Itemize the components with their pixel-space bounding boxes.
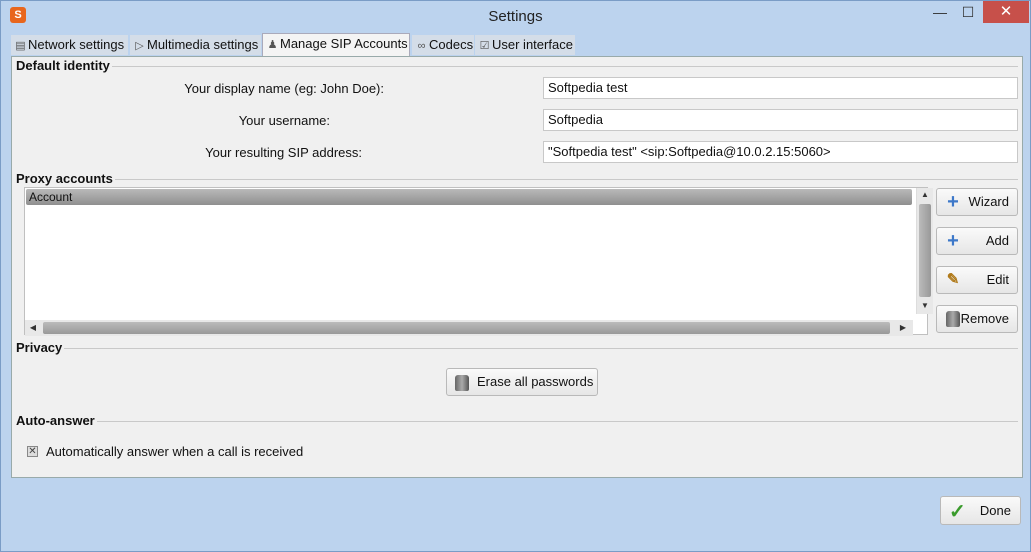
section-divider [16,66,1018,67]
add-button[interactable]: + Add [936,227,1018,255]
trash-bin-icon [943,311,963,331]
checkmark-icon: ✓ [949,501,966,523]
vertical-scroll-thumb[interactable] [919,204,931,297]
erase-button-label: Erase all passwords [477,374,594,389]
username-label: Your username: [238,113,330,128]
privacy-heading: Privacy [16,340,65,355]
accounts-horizontal-scrollbar[interactable]: ◀ ▶ [25,320,913,336]
plus-icon: + [947,230,959,252]
remove-button-label: Remove [960,311,1009,326]
accounts-vertical-scrollbar[interactable]: ▲ ▼ [916,188,933,314]
tab-label: Network settings [28,37,125,52]
edit-button[interactable]: ✎ Edit [936,266,1018,294]
add-button-label: Add [985,233,1009,248]
tab-label: Multimedia settings [147,37,259,52]
scroll-down-arrow-icon[interactable]: ▼ [917,301,933,310]
auto-answer-heading: Auto-answer [16,413,97,428]
title-bar: S Settings — ☐ ✕ [1,1,1030,32]
minimize-button[interactable]: — [927,1,953,23]
sip-address-field[interactable]: "Softpedia test" <sip:Softpedia@10.0.2.1… [543,141,1018,163]
default-identity-heading: Default identity [16,58,112,73]
section-divider [16,421,1018,422]
tab-codecs[interactable]: ∞ Codecs [412,35,474,55]
display-name-field[interactable]: Softpedia test [543,77,1018,99]
wizard-button-label: Wizard [968,194,1009,209]
edit-button-label: Edit [986,272,1009,287]
auto-answer-label[interactable]: Automatically answer when a call is rece… [46,444,303,459]
remove-button[interactable]: Remove [936,305,1018,333]
link-icon: ∞ [417,40,426,52]
erase-all-passwords-button[interactable]: Erase all passwords [446,368,598,396]
trash-bin-icon [455,374,469,400]
horizontal-scroll-thumb[interactable] [43,322,890,334]
tab-manage-sip-accounts[interactable]: ♟ Manage SIP Accounts [262,33,410,56]
settings-window: S Settings — ☐ ✕ ▤ Network settings ▷ Mult… [0,0,1031,552]
display-name-label: Your display name (eg: John Doe): [184,81,384,96]
checklist-icon: ☑ [479,40,490,52]
edit-pencil-icon: ✎ [946,271,960,288]
tab-label: User interface [492,37,573,52]
window-title: Settings [488,8,543,25]
scroll-up-arrow-icon[interactable]: ▲ [917,190,933,199]
proxy-accounts-heading: Proxy accounts [16,171,115,186]
tab-label: Codecs [429,37,474,52]
username-field[interactable]: Softpedia [543,109,1018,131]
account-column-header[interactable]: Account [26,189,912,205]
network-icon: ▤ [15,40,26,52]
tab-user-interface[interactable]: ☑ User interface [475,35,575,55]
section-divider [16,348,1018,349]
scroll-left-arrow-icon[interactable]: ◀ [25,323,41,332]
plus-icon: + [947,191,959,213]
accounts-list[interactable]: Account [24,187,928,335]
sip-address-label: Your resulting SIP address: [205,145,362,160]
users-icon: ♟ [267,39,278,51]
done-button-label: Done [979,503,1011,518]
auto-answer-checkbox[interactable]: ✕ [27,446,38,457]
done-button[interactable]: ✓ Done [940,496,1021,525]
close-button[interactable]: ✕ [983,1,1029,23]
play-icon: ▷ [135,40,144,52]
wizard-button[interactable]: + Wizard [936,188,1018,216]
sip-accounts-panel: Default identity Your display name (eg: … [11,56,1023,478]
tab-label: Manage SIP Accounts [280,36,408,51]
section-divider [16,179,1018,180]
tab-multimedia-settings[interactable]: ▷ Multimedia settings [130,35,261,55]
tab-network-settings[interactable]: ▤ Network settings [11,35,128,55]
scroll-right-arrow-icon[interactable]: ▶ [895,323,911,332]
maximize-button[interactable]: ☐ [955,1,981,23]
